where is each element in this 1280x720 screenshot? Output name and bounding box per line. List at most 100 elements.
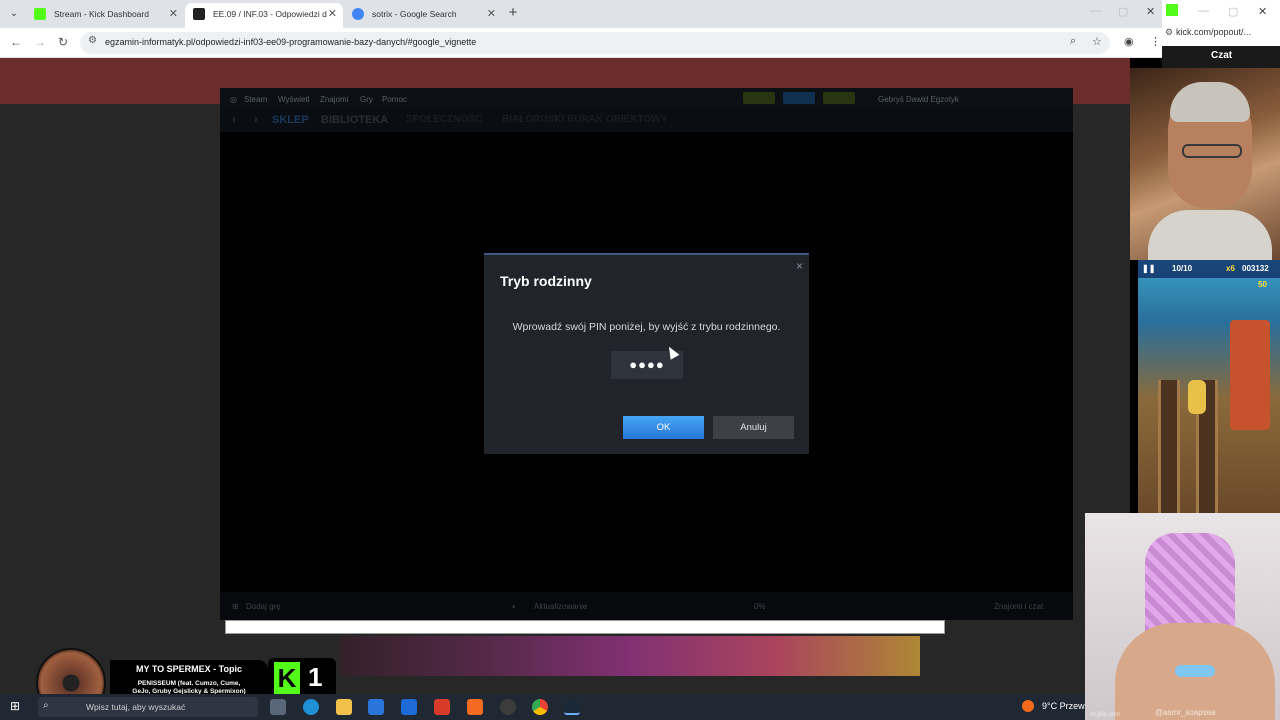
steam-status-bar: ⊞ Dodaj grę ◐ Aktualizowanie 0% Znajomi … — [220, 592, 1073, 620]
close-window-icon[interactable]: ✕ — [1146, 5, 1155, 18]
nav-forward-icon[interactable]: › — [254, 114, 258, 126]
tab-title: Stream - Kick Dashboard — [54, 9, 149, 19]
cancel-button[interactable]: Anuluj — [713, 416, 794, 439]
game-multiplier: x6 — [1226, 264, 1235, 273]
kick-favicon-icon — [34, 8, 46, 20]
runner-character — [1188, 380, 1206, 414]
streamer-glasses — [1182, 144, 1242, 158]
song-artist-line-1: PENISSEUM (feat. Cumzo, Cume, — [137, 680, 241, 687]
browser-toolbar: ← → ↻ ⚙ egzamin-informatyk.pl/odpowiedzi… — [0, 28, 1162, 58]
menu-friends[interactable]: Znajomi — [320, 95, 348, 104]
steam-taskbar-icon[interactable] — [564, 699, 580, 715]
track-left — [1158, 380, 1180, 513]
tab-kick-dashboard[interactable]: Stream - Kick Dashboard ✕ — [26, 3, 184, 28]
menu-games[interactable]: Gry — [360, 95, 373, 104]
popout-maximize-icon[interactable]: ▢ — [1228, 5, 1238, 18]
subway-surfers-gameplay: ❚❚ 10/10 x6 003132 50 — [1138, 260, 1280, 513]
popout-close-icon[interactable]: ✕ — [1258, 5, 1267, 18]
streamer-shirt — [1148, 210, 1272, 260]
store-icon[interactable] — [368, 699, 384, 715]
obs-icon[interactable] — [500, 699, 516, 715]
google-favicon-icon — [352, 8, 364, 20]
ok-button[interactable]: OK — [623, 416, 704, 439]
tab-title: sotrix - Google Search — [372, 9, 457, 19]
forward-icon[interactable]: → — [32, 34, 48, 50]
announcements-icon[interactable] — [783, 92, 815, 104]
chrome-icon[interactable] — [532, 699, 548, 715]
steam-user-name[interactable]: Gebryś Dawid Egzotyk — [878, 95, 959, 104]
popout-minimize-icon[interactable]: — — [1198, 5, 1209, 17]
train — [1230, 320, 1270, 430]
chat-title: Czat — [1211, 50, 1233, 61]
asmr-handcam: @asmr_soapsea imgflip.com — [1085, 513, 1280, 720]
imgflip-watermark: imgflip.com — [1090, 712, 1121, 718]
bookmark-star-icon[interactable]: ☆ — [1092, 35, 1102, 48]
file-explorer-icon[interactable] — [336, 699, 352, 715]
download-icon[interactable]: ◐ — [512, 602, 517, 611]
game-hud: ❚❚ 10/10 x6 003132 — [1138, 260, 1280, 278]
edge-icon[interactable] — [303, 699, 319, 715]
back-icon[interactable]: ← — [8, 34, 24, 50]
weather-icon — [1022, 700, 1034, 712]
kick-follower-badge: K 1 — [268, 658, 336, 698]
game-moves: 10/10 — [1172, 264, 1193, 273]
minimize-icon[interactable]: — — [1090, 5, 1101, 17]
pause-icon: ❚❚ — [1142, 264, 1156, 273]
brave-icon[interactable] — [467, 699, 483, 715]
page-input-strip — [225, 620, 945, 634]
menu-steam[interactable]: Steam — [244, 95, 267, 104]
game-coins: 50 — [1258, 280, 1267, 289]
dialog-close-icon[interactable]: × — [796, 259, 803, 273]
blue-nails — [1175, 665, 1215, 677]
task-view-icon[interactable] — [270, 699, 286, 715]
nav-community[interactable]: SPOŁECZNOŚĆ — [406, 114, 482, 125]
family-lock-icon[interactable] — [743, 92, 775, 104]
menu-view[interactable]: Wyświetl — [278, 95, 309, 104]
weather-text: 9°C Przew — [1042, 701, 1085, 711]
site-info-icon[interactable]: ⚙ — [88, 35, 97, 46]
tab-close-icon[interactable]: ✕ — [487, 3, 496, 25]
nav-library[interactable]: BIBLIOTEKA — [321, 114, 388, 126]
reload-icon[interactable]: ↻ — [55, 34, 71, 50]
mail-icon[interactable] — [401, 699, 417, 715]
tab-strip: ⌄ Stream - Kick Dashboard ✕ EE.09 / INF.… — [0, 0, 1162, 28]
page-colored-banner — [340, 636, 920, 676]
game-score: 003132 — [1242, 264, 1269, 273]
zoom-icon[interactable]: ⌕ — [1070, 35, 1076, 48]
egzamin-favicon-icon — [193, 8, 205, 20]
download-status[interactable]: Aktualizowanie — [534, 602, 587, 611]
windows-taskbar: ⊞ ⌕ Wpisz tutaj, aby wyszukać 9°C Przew — [0, 694, 1085, 720]
steam-logo-icon: ◎ — [230, 95, 237, 104]
tab-title: EE.09 / INF.03 - Odpowiedzi d — [213, 9, 327, 19]
tab-search-icon[interactable]: ⌄ — [5, 5, 23, 23]
nav-store[interactable]: SKLEP — [272, 114, 309, 126]
friends-chat-button[interactable]: Znajomi i czat — [994, 602, 1043, 611]
kick-count: 1 — [308, 662, 323, 692]
new-tab-button[interactable]: + — [504, 3, 522, 23]
address-bar[interactable]: ⚙ egzamin-informatyk.pl/odpowiedzi-inf03… — [80, 32, 1110, 54]
tab-egzamin[interactable]: EE.09 / INF.03 - Odpowiedzi d ✕ — [185, 3, 343, 28]
song-title: MY TO SPERMEX - Topic — [135, 664, 242, 674]
popout-site-info-icon[interactable]: ⚙ — [1165, 27, 1173, 38]
menu-help[interactable]: Pomoc — [382, 95, 407, 104]
windows-start-icon[interactable]: ⊞ — [10, 700, 22, 712]
menu-kebab-icon[interactable]: ⋮ — [1150, 35, 1161, 48]
profile-icon[interactable]: ◉ — [1124, 35, 1134, 48]
notifications-icon[interactable] — [823, 92, 855, 104]
search-icon: ⌕ — [43, 700, 49, 711]
nav-back-icon[interactable]: ‹ — [232, 114, 236, 126]
dialog-message: Wprowadź swój PIN poniżej, by wyjść z tr… — [512, 321, 781, 333]
add-game-icon[interactable]: ⊞ — [232, 602, 239, 611]
steam-menubar: ◎ Steam Wyświetl Znajomi Gry Pomoc Gebry… — [220, 88, 1073, 110]
tab-close-icon[interactable]: ✕ — [328, 3, 337, 25]
tab-google-search[interactable]: sotrix - Google Search ✕ — [344, 3, 502, 28]
kick-favicon-icon — [1166, 4, 1178, 16]
streamer-webcam — [1130, 68, 1280, 260]
url-text: egzamin-informatyk.pl/odpowiedzi-inf03-e… — [105, 37, 477, 47]
taskbar-search[interactable]: ⌕ Wpisz tutaj, aby wyszukać — [38, 697, 258, 717]
nav-profile[interactable]: BIAŁORUSKI BURAK OBIEKTOWY — [502, 114, 667, 125]
pdf-icon[interactable] — [434, 699, 450, 715]
tab-close-icon[interactable]: ✕ — [169, 3, 178, 25]
maximize-icon[interactable]: ▢ — [1118, 5, 1128, 18]
add-game-button[interactable]: Dodaj grę — [246, 602, 281, 611]
